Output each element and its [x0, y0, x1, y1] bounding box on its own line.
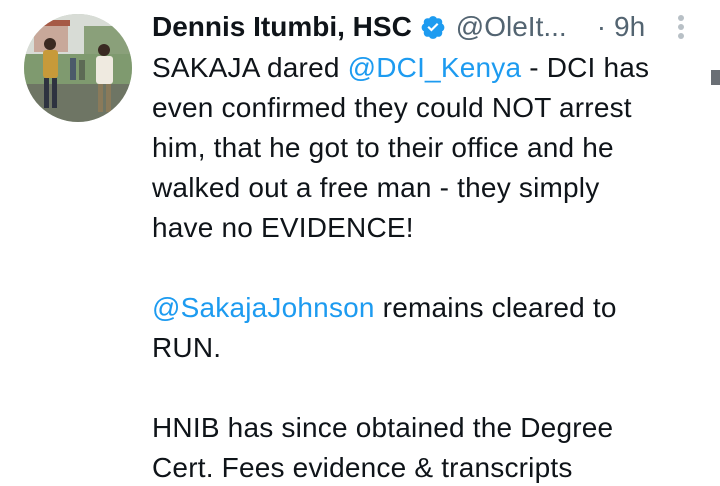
more-vertical-icon[interactable] — [670, 12, 692, 42]
text-line: @SakajaJohnson remains cleared to — [152, 288, 692, 328]
display-name[interactable]: Dennis Itumbi, HSC — [152, 8, 412, 46]
text-line: have no EVIDENCE! — [152, 212, 414, 243]
profile-photo-icon — [24, 14, 132, 122]
verified-badge-icon — [421, 16, 445, 39]
text-segment: - DCI has — [521, 52, 650, 83]
mention-dci-kenya[interactable]: @DCI_Kenya — [348, 52, 522, 83]
tweet-header: Dennis Itumbi, HSC @OleIt... · 9h — [152, 8, 645, 46]
mention-sakaja-johnson[interactable]: @SakajaJohnson — [152, 292, 375, 323]
scrollbar-thumb[interactable] — [711, 70, 720, 85]
text-line: RUN. — [152, 332, 222, 363]
timestamp[interactable]: 9h — [614, 8, 645, 46]
tweet-text: SAKAJA dared @DCI_Kenya - DCI has even c… — [152, 48, 692, 486]
avatar[interactable] — [24, 14, 132, 122]
text-segment: SAKAJA dared — [152, 52, 348, 83]
author-handle[interactable]: @OleIt... — [456, 8, 567, 46]
text-line: walked out a free man - they simply — [152, 172, 600, 203]
text-line: him, that he got to their office and he — [152, 132, 614, 163]
text-line: HNIB has since obtained the Degree — [152, 412, 614, 443]
text-segment: remains cleared to — [374, 292, 617, 323]
text-line: even confirmed they could NOT arrest — [152, 92, 632, 123]
text-line: Cert. Fees evidence & transcripts — [152, 452, 573, 483]
separator-dot: · — [596, 11, 607, 42]
tweet[interactable]: Dennis Itumbi, HSC @OleIt... · 9h SAKAJA… — [0, 0, 720, 486]
text-line: SAKAJA dared @DCI_Kenya - DCI has — [152, 48, 692, 88]
